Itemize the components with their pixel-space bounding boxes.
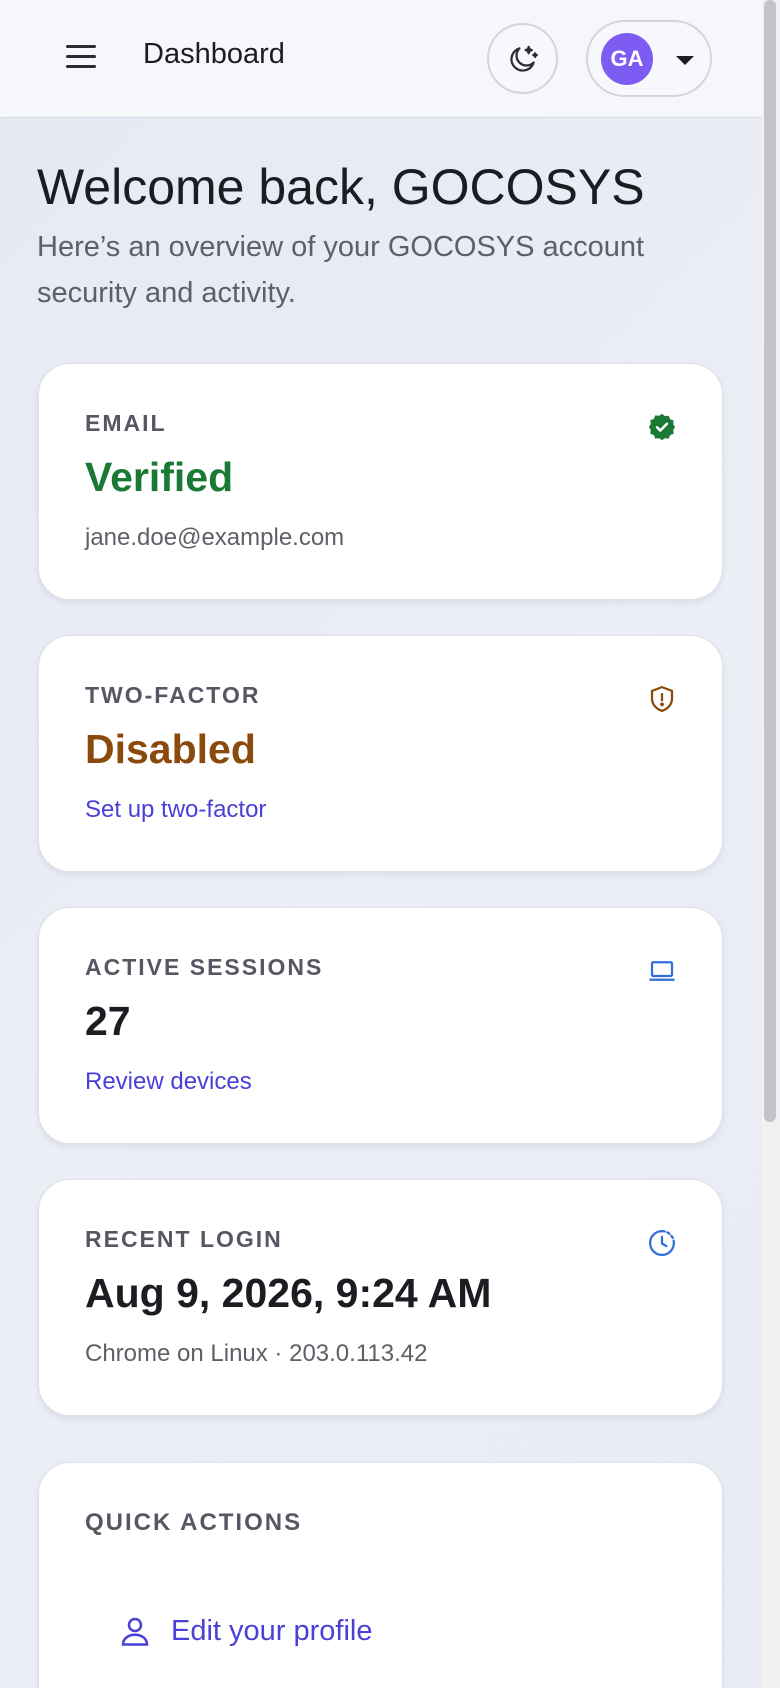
two-factor-status-value: Disabled bbox=[85, 726, 256, 772]
edit-profile-label: Edit your profile bbox=[171, 1614, 373, 1647]
recent-login-time: Aug 9, 2026, 9:24 AM bbox=[85, 1270, 492, 1316]
email-status-value: Verified bbox=[85, 454, 234, 500]
recent-login-card: RECENT LOGIN Aug 9, 2026, 9:24 AM Chrome… bbox=[38, 1179, 723, 1416]
page-header-title: Dashboard bbox=[143, 38, 285, 70]
setup-two-factor-link[interactable]: Set up two-factor bbox=[85, 796, 266, 824]
card-label: EMAIL bbox=[85, 410, 167, 436]
avatar: GA bbox=[601, 33, 653, 85]
laptop-icon bbox=[649, 961, 675, 981]
two-factor-card: TWO-FACTOR Disabled Set up two-factor bbox=[38, 635, 723, 872]
quick-actions-label: QUICK ACTIONS bbox=[85, 1509, 303, 1536]
active-sessions-card: ACTIVE SESSIONS 27 Review devices bbox=[38, 907, 723, 1144]
theme-toggle-button[interactable] bbox=[487, 23, 558, 94]
shield-alert-icon bbox=[650, 686, 674, 712]
card-label: RECENT LOGIN bbox=[85, 1226, 283, 1252]
top-bar: Dashboard GA bbox=[0, 0, 762, 118]
card-label: ACTIVE SESSIONS bbox=[85, 954, 324, 980]
user-icon bbox=[121, 1617, 149, 1646]
menu-icon[interactable] bbox=[66, 45, 96, 69]
edit-profile-action[interactable]: Edit your profile bbox=[117, 1613, 373, 1649]
chevron-down-icon bbox=[676, 56, 694, 65]
clock-icon bbox=[649, 1230, 675, 1256]
card-label: TWO-FACTOR bbox=[85, 682, 261, 708]
user-menu-button[interactable]: GA bbox=[586, 20, 712, 97]
review-devices-link[interactable]: Review devices bbox=[85, 1068, 252, 1096]
scrollbar-thumb[interactable] bbox=[764, 0, 776, 1122]
email-status-card: EMAIL Verified jane.doe@example.com bbox=[38, 363, 723, 600]
welcome-title: Welcome back, GOCOSYS bbox=[37, 159, 645, 215]
page: Dashboard GA Welcome back, GOCOSYS Here’… bbox=[0, 0, 762, 1688]
verified-badge-icon bbox=[648, 413, 676, 441]
email-address: jane.doe@example.com bbox=[85, 524, 345, 551]
moon-stars-icon bbox=[509, 45, 538, 72]
recent-login-details: Chrome on Linux · 203.0.113.42 bbox=[85, 1340, 428, 1367]
quick-actions-card: QUICK ACTIONS Edit your profile bbox=[38, 1462, 723, 1688]
active-sessions-count: 27 bbox=[85, 998, 131, 1044]
welcome-subtitle: Here’s an overview of your GOCOSYS accou… bbox=[37, 231, 645, 309]
